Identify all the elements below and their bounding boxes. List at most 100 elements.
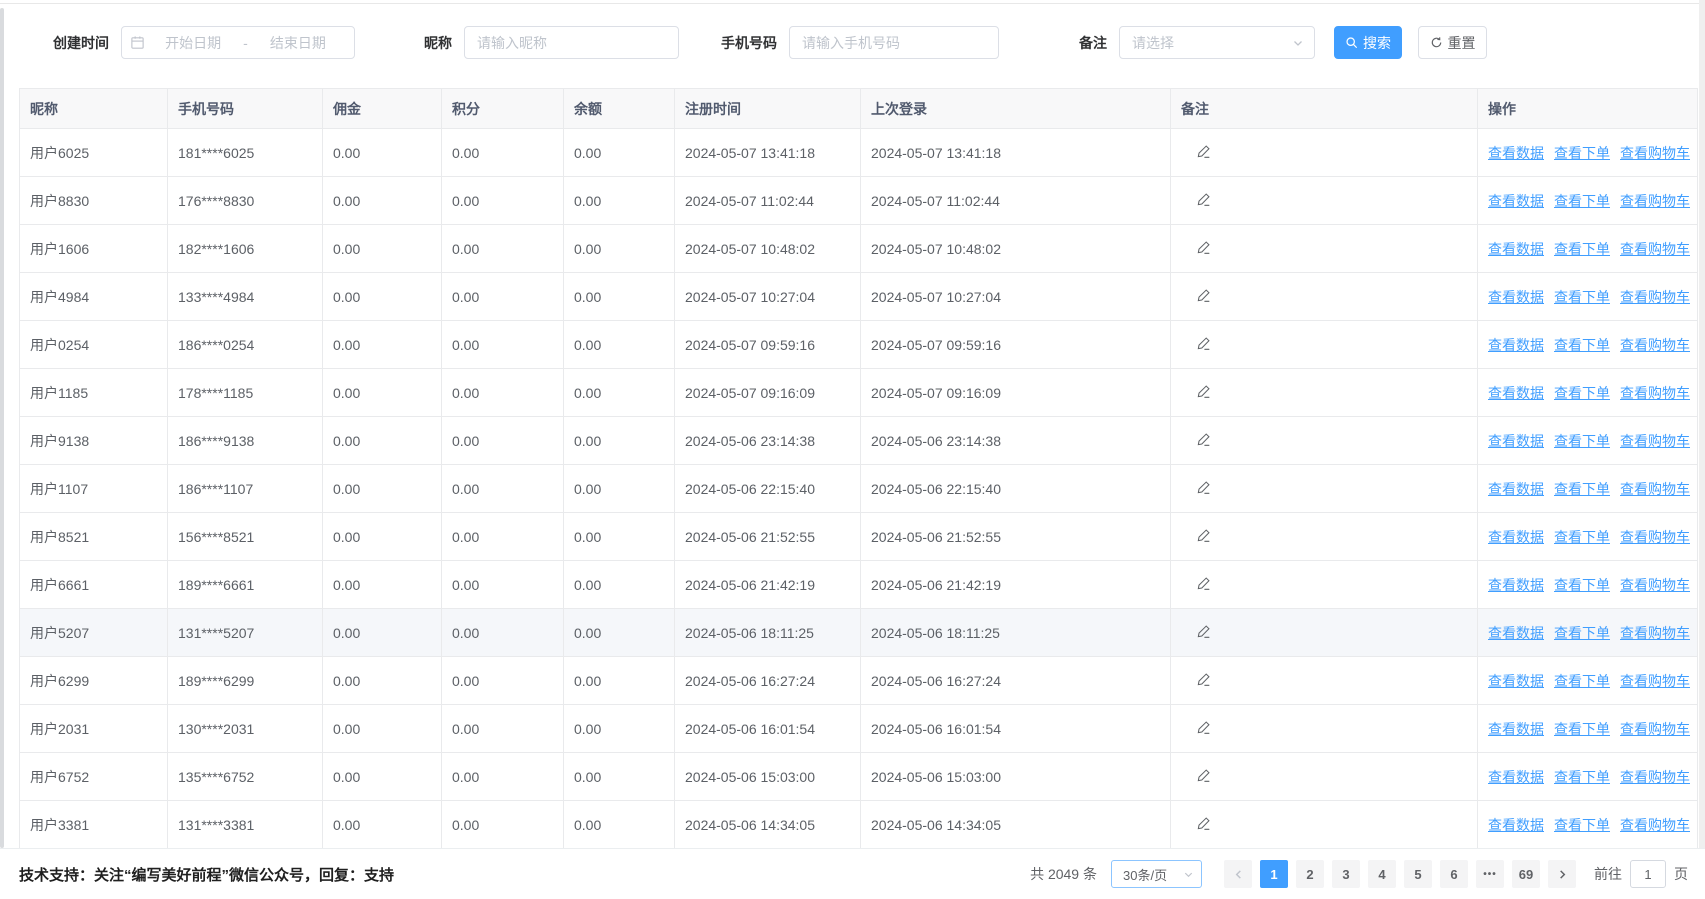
view-orders-link[interactable]: 查看下单 [1554,529,1610,545]
view-data-link[interactable]: 查看数据 [1488,577,1544,593]
register-time-cell: 2024-05-06 21:52:55 [675,513,861,561]
edit-remark-icon[interactable] [1196,336,1211,351]
actions-cell: 查看数据查看下单查看购物车 [1478,801,1698,849]
edit-remark-icon[interactable] [1196,576,1211,591]
last-login-cell: 2024-05-06 16:27:24 [861,657,1171,705]
view-orders-link[interactable]: 查看下单 [1554,289,1610,305]
actions-cell: 查看数据查看下单查看购物车 [1478,129,1698,177]
register-time-cell: 2024-05-07 09:16:09 [675,369,861,417]
view-data-link[interactable]: 查看数据 [1488,529,1544,545]
next-page-button[interactable] [1548,860,1576,888]
remark-select[interactable]: 请选择 [1119,26,1315,59]
view-cart-link[interactable]: 查看购物车 [1620,385,1690,401]
view-orders-link[interactable]: 查看下单 [1554,577,1610,593]
view-orders-link[interactable]: 查看下单 [1554,817,1610,833]
view-orders-link[interactable]: 查看下单 [1554,193,1610,209]
more-pages-button[interactable]: ••• [1476,860,1504,888]
edit-remark-icon[interactable] [1196,240,1211,255]
view-data-link[interactable]: 查看数据 [1488,481,1544,497]
edit-remark-icon[interactable] [1196,384,1211,399]
view-orders-link[interactable]: 查看下单 [1554,337,1610,353]
view-data-link[interactable]: 查看数据 [1488,769,1544,785]
view-data-link[interactable]: 查看数据 [1488,145,1544,161]
right-scrollbar[interactable] [1699,0,1705,899]
page-5-button[interactable]: 5 [1404,860,1432,888]
view-data-link[interactable]: 查看数据 [1488,721,1544,737]
left-scrollbar[interactable] [0,8,4,848]
view-cart-link[interactable]: 查看购物车 [1620,289,1690,305]
date-range-picker[interactable]: 开始日期 - 结束日期 [121,26,355,59]
edit-remark-icon[interactable] [1196,192,1211,207]
view-orders-link[interactable]: 查看下单 [1554,769,1610,785]
view-cart-link[interactable]: 查看购物车 [1620,673,1690,689]
view-orders-link[interactable]: 查看下单 [1554,673,1610,689]
edit-remark-icon[interactable] [1196,528,1211,543]
view-data-link[interactable]: 查看数据 [1488,817,1544,833]
view-data-link[interactable]: 查看数据 [1488,289,1544,305]
edit-remark-icon[interactable] [1196,480,1211,495]
view-cart-link[interactable]: 查看购物车 [1620,145,1690,161]
search-button[interactable]: 搜索 [1334,26,1402,59]
register-time-cell: 2024-05-06 22:15:40 [675,465,861,513]
date-end-placeholder[interactable]: 结束日期 [250,33,346,53]
view-cart-link[interactable]: 查看购物车 [1620,433,1690,449]
page-2-button[interactable]: 2 [1296,860,1324,888]
prev-page-button[interactable] [1224,860,1252,888]
view-cart-link[interactable]: 查看购物车 [1620,481,1690,497]
view-orders-link[interactable]: 查看下单 [1554,625,1610,641]
view-cart-link[interactable]: 查看购物车 [1620,577,1690,593]
edit-remark-icon[interactable] [1196,432,1211,447]
page-6-button[interactable]: 6 [1440,860,1468,888]
nickname-cell: 用户5207 [20,609,168,657]
view-data-link[interactable]: 查看数据 [1488,193,1544,209]
goto-page-input[interactable] [1630,860,1666,888]
reset-button[interactable]: 重置 [1418,26,1487,59]
view-cart-link[interactable]: 查看购物车 [1620,193,1690,209]
view-cart-link[interactable]: 查看购物车 [1620,241,1690,257]
view-orders-link[interactable]: 查看下单 [1554,433,1610,449]
view-cart-link[interactable]: 查看购物车 [1620,817,1690,833]
balance-cell: 0.00 [564,753,675,801]
edit-remark-icon[interactable] [1196,768,1211,783]
register-time-cell: 2024-05-07 10:48:02 [675,225,861,273]
view-orders-link[interactable]: 查看下单 [1554,385,1610,401]
view-orders-link[interactable]: 查看下单 [1554,241,1610,257]
view-cart-link[interactable]: 查看购物车 [1620,625,1690,641]
view-data-link[interactable]: 查看数据 [1488,625,1544,641]
view-orders-link[interactable]: 查看下单 [1554,145,1610,161]
edit-remark-icon[interactable] [1196,144,1211,159]
actions-cell: 查看数据查看下单查看购物车 [1478,705,1698,753]
last-login-cell: 2024-05-07 11:02:44 [861,177,1171,225]
edit-remark-icon[interactable] [1196,816,1211,831]
page-1-button[interactable]: 1 [1260,860,1288,888]
page-4-button[interactable]: 4 [1368,860,1396,888]
actions-cell: 查看数据查看下单查看购物车 [1478,513,1698,561]
view-data-link[interactable]: 查看数据 [1488,241,1544,257]
view-cart-link[interactable]: 查看购物车 [1620,769,1690,785]
table-row: 用户0254186****02540.000.000.002024-05-07 … [20,321,1698,369]
phone-input[interactable] [789,26,999,59]
page-size-select[interactable]: 30条/页 [1111,860,1202,888]
edit-remark-icon[interactable] [1196,720,1211,735]
view-data-link[interactable]: 查看数据 [1488,385,1544,401]
points-cell: 0.00 [442,609,564,657]
edit-remark-icon[interactable] [1196,672,1211,687]
view-data-link[interactable]: 查看数据 [1488,673,1544,689]
edit-remark-icon[interactable] [1196,624,1211,639]
view-cart-link[interactable]: 查看购物车 [1620,529,1690,545]
last-login-cell: 2024-05-07 09:59:16 [861,321,1171,369]
page-69-button[interactable]: 69 [1512,860,1540,888]
date-start-placeholder[interactable]: 开始日期 [145,33,241,53]
view-data-link[interactable]: 查看数据 [1488,337,1544,353]
view-cart-link[interactable]: 查看购物车 [1620,721,1690,737]
nickname-input[interactable] [464,26,679,59]
filter-remark: 备注 请选择 [1079,26,1315,59]
view-orders-link[interactable]: 查看下单 [1554,721,1610,737]
last-login-cell: 2024-05-07 10:27:04 [861,273,1171,321]
edit-remark-icon[interactable] [1196,288,1211,303]
view-data-link[interactable]: 查看数据 [1488,433,1544,449]
view-cart-link[interactable]: 查看购物车 [1620,337,1690,353]
page-3-button[interactable]: 3 [1332,860,1360,888]
view-orders-link[interactable]: 查看下单 [1554,481,1610,497]
phone-cell: 182****1606 [168,225,323,273]
